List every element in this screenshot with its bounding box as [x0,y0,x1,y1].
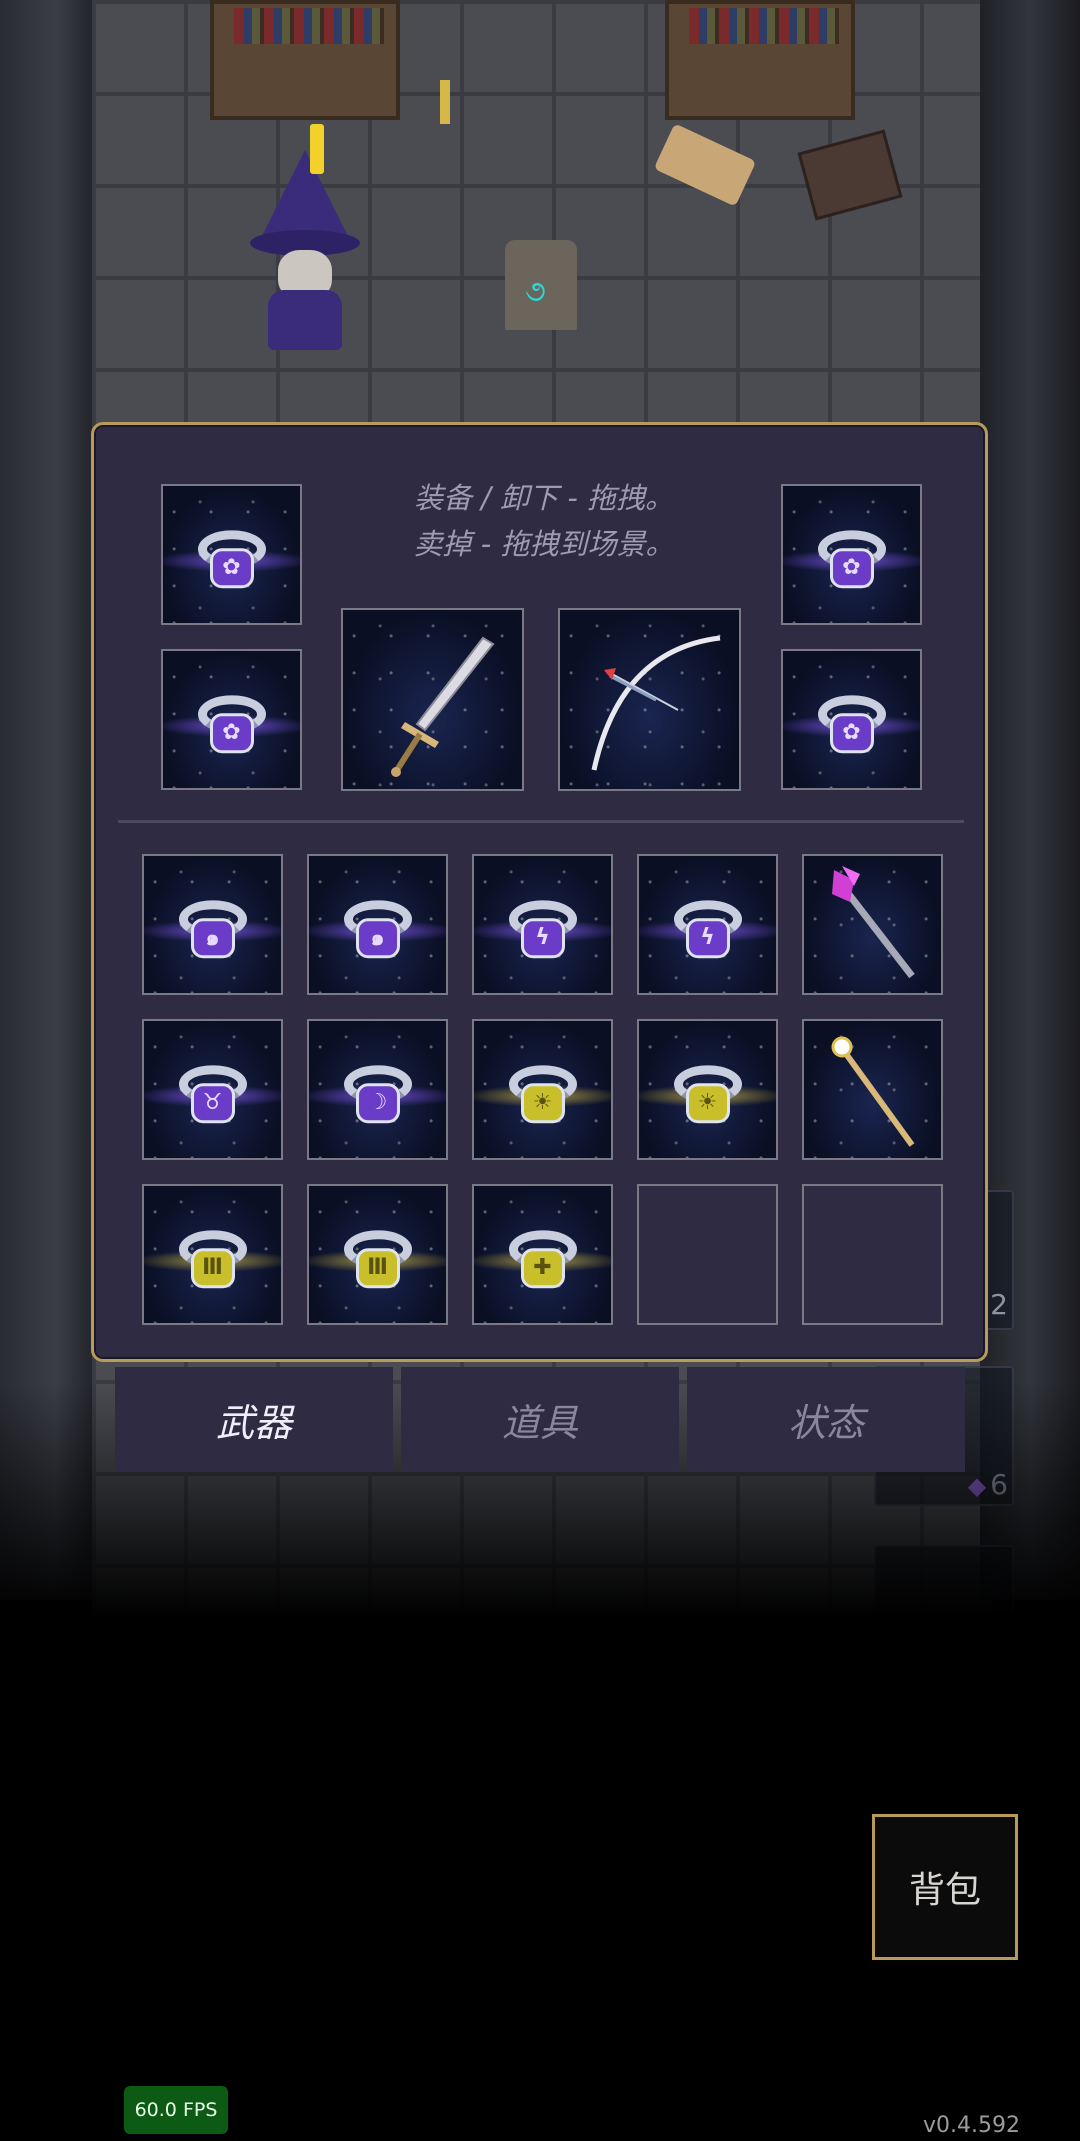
ring-icon: Ⅲ [173,1224,253,1294]
tab-items[interactable]: 道具 [401,1367,679,1472]
inventory-slot[interactable]: ๑ [307,854,448,995]
equip-slot-ring[interactable]: ✿ [161,649,302,790]
right-wall [980,0,1080,1600]
inventory-panel: 装备 / 卸下 - 拖拽。 卖掉 - 拖拽到场景。 ✿ ✿ ✿ ✿ ๑ ๑ ϟ … [91,422,988,1362]
ring-icon: ϟ [503,894,583,964]
rune-pedestal[interactable]: ૭ [505,240,577,330]
backpack-label: 背包 [908,1870,981,1911]
inventory-slot[interactable]: ☀ [472,1019,613,1160]
equip-slot-ring[interactable]: ✿ [161,484,302,625]
inventory-slot[interactable]: ϟ [637,854,778,995]
left-wall [0,0,92,1600]
bookshelf [210,0,400,120]
inventory-slot[interactable]: ♉ [142,1019,283,1160]
inventory-slot[interactable] [802,854,943,995]
inventory-slot-empty[interactable] [802,1184,943,1325]
ring-icon: ✿ [192,524,272,594]
version-label: v0.4.592 [923,2113,1020,2138]
ring-icon: ✿ [812,689,892,759]
hint-sell: 卖掉 - 拖拽到场景。 [413,527,675,561]
inventory-slot[interactable]: ☀ [637,1019,778,1160]
ring-icon: Ⅲ [338,1224,418,1294]
ring-icon: ✚ [503,1224,583,1294]
equip-slot-weapon[interactable] [341,608,524,791]
wizard-npc[interactable] [250,120,360,350]
ring-icon: ✿ [192,689,272,759]
panel-divider [118,820,964,823]
equip-slot-weapon[interactable] [558,608,741,791]
ring-icon: ๑ [173,894,253,964]
side-count: 2 [990,1288,1008,1321]
gold-staff-icon [831,1036,915,1147]
inventory-slot[interactable]: Ⅲ [142,1184,283,1325]
equip-slot-ring[interactable]: ✿ [781,484,922,625]
fps-counter: 60.0 FPS [124,2086,228,2134]
candle [440,80,450,124]
tab-status[interactable]: 状态 [687,1367,965,1472]
bow-icon [591,635,721,771]
inventory-slot[interactable]: ☽ [307,1019,448,1160]
ring-icon: ✿ [812,524,892,594]
crystal-staff-icon [832,866,915,979]
equip-slot-ring[interactable]: ✿ [781,649,922,790]
rune-icon: ૭ [525,274,546,309]
tab-weapons[interactable]: 武器 [115,1367,393,1472]
inventory-slot[interactable]: ✚ [472,1184,613,1325]
inventory-slot-empty[interactable] [637,1184,778,1325]
hint-equip: 装备 / 卸下 - 拖拽。 [413,481,675,515]
backpack-button[interactable]: 背包 [872,1814,1018,1960]
inventory-slot[interactable] [802,1019,943,1160]
ring-icon: ☽ [338,1059,418,1129]
ring-icon: ๑ [338,894,418,964]
sword-icon [391,636,495,777]
ring-icon: ♉ [173,1059,253,1129]
ring-icon: ☀ [503,1059,583,1129]
quest-marker-icon [310,124,324,174]
ring-icon: ☀ [668,1059,748,1129]
inventory-slot[interactable]: ϟ [472,854,613,995]
inventory-slot[interactable]: ๑ [142,854,283,995]
inventory-slot[interactable]: Ⅲ [307,1184,448,1325]
bookshelf [665,0,855,120]
ring-icon: ϟ [668,894,748,964]
